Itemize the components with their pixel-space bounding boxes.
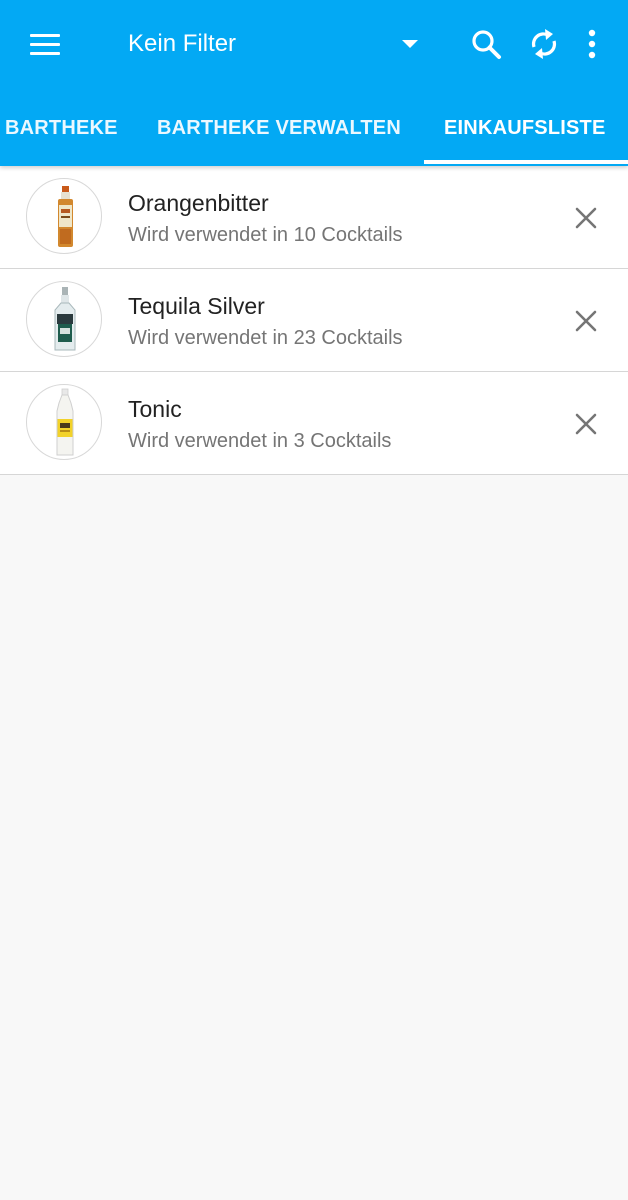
tab-bartheke-verwalten[interactable]: BARTHEKE VERWALTEN (157, 96, 401, 166)
list-item[interactable]: Tonic Wird verwendet in 3 Cocktails (0, 372, 628, 475)
item-usage: Wird verwendet in 3 Cocktails (128, 430, 392, 452)
hamburger-menu-icon[interactable] (22, 24, 68, 66)
close-icon[interactable] (566, 301, 606, 341)
tab-bar: BARTHEKE BARTHEKE VERWALTEN EINKAUFSLIST… (0, 96, 628, 166)
orange-bitters-bottle-image (26, 178, 102, 254)
sync-icon[interactable] (522, 22, 566, 66)
tab-einkaufsliste[interactable]: EINKAUFSLISTE (444, 96, 606, 166)
shopping-list: Orangenbitter Wird verwendet in 10 Cockt… (0, 166, 628, 475)
filter-selector[interactable]: Kein Filter (128, 30, 236, 58)
list-item[interactable]: Orangenbitter Wird verwendet in 10 Cockt… (0, 166, 628, 269)
app-bar: Kein Filter BARTHEKE BARTHEKE VERWALTEN … (0, 0, 628, 166)
tab-bartheke[interactable]: BARTHEKE (5, 96, 118, 166)
item-usage: Wird verwendet in 10 Cocktails (128, 224, 403, 246)
list-item[interactable]: Tequila Silver Wird verwendet in 23 Cock… (0, 269, 628, 372)
tequila-bottle-image (26, 281, 102, 357)
item-name: Orangenbitter (128, 190, 269, 216)
active-tab-indicator (424, 160, 628, 164)
item-name: Tequila Silver (128, 293, 265, 319)
tonic-bottle-image (26, 384, 102, 460)
dropdown-arrow-icon[interactable] (402, 40, 418, 48)
close-icon[interactable] (566, 198, 606, 238)
item-usage: Wird verwendet in 23 Cocktails (128, 327, 403, 349)
more-vert-icon[interactable] (572, 22, 616, 66)
close-icon[interactable] (566, 404, 606, 444)
toolbar: Kein Filter (0, 0, 628, 90)
item-name: Tonic (128, 396, 182, 422)
search-icon[interactable] (464, 22, 508, 66)
